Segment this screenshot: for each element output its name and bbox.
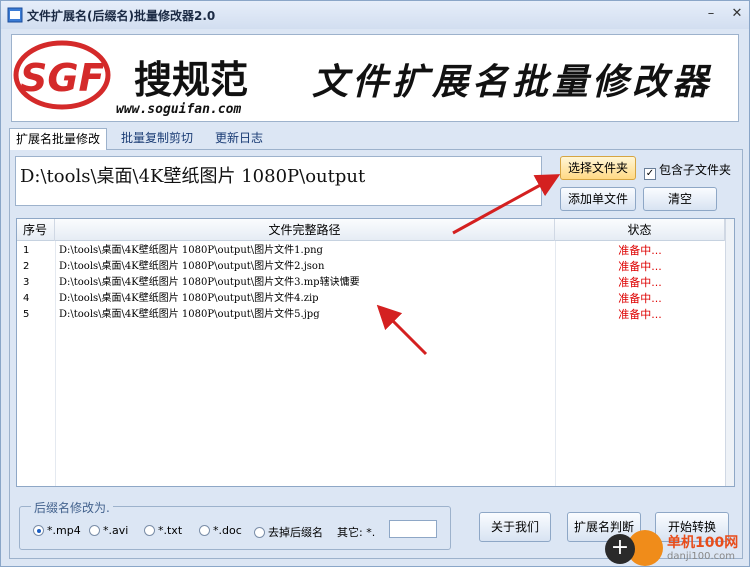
brand-name: 搜规范 [134, 57, 249, 102]
watermark-plus-icon: + [605, 534, 635, 564]
table-row[interactable]: 5 D:\tools\桌面\4K壁纸图片 1080P\output\图片文件5.… [17, 307, 725, 323]
column-header-num[interactable]: 序号 [17, 219, 55, 241]
radio-remove-ext[interactable]: 去掉后缀名 [254, 524, 323, 540]
title-bar[interactable]: 文件扩展名(后缀名)批量修改器2.0 – ✕ [1, 1, 749, 29]
column-header-status[interactable]: 状态 [555, 219, 725, 241]
row-path: D:\tools\桌面\4K壁纸图片 1080P\output\图片文件1.pn… [59, 245, 323, 256]
sgf-logo: SGF [13, 40, 111, 110]
logo-text: SGF [20, 56, 105, 100]
about-us-button[interactable]: 关于我们 [479, 512, 551, 542]
row-num: 5 [23, 309, 30, 320]
file-table[interactable]: 序号 文件完整路径 状态 1 D:\tools\桌面\4K壁纸图片 1080P\… [16, 218, 735, 487]
radio-dot-icon [89, 525, 100, 536]
brand-url: www.soguifan.com [116, 102, 242, 117]
radio-label: 去掉后缀名 [268, 526, 323, 539]
row-path: D:\tools\桌面\4K壁纸图片 1080P\output\图片文件2.js… [59, 261, 325, 272]
radio-dot-icon [199, 525, 210, 536]
radio-doc[interactable]: *.doc [199, 524, 242, 537]
app-window: 文件扩展名(后缀名)批量修改器2.0 – ✕ SGF 搜规范 www.sogui… [0, 0, 750, 567]
close-button[interactable]: ✕ [727, 5, 747, 23]
radio-avi[interactable]: *.avi [89, 524, 128, 537]
radio-label: *.txt [158, 524, 183, 537]
tab-update-log[interactable]: 更新日志 [209, 128, 269, 150]
table-row[interactable]: 2 D:\tools\桌面\4K壁纸图片 1080P\output\图片文件2.… [17, 259, 725, 275]
row-path: D:\tools\桌面\4K壁纸图片 1080P\output\图片文件5.jp… [59, 309, 320, 320]
row-status: 准备中... [618, 292, 662, 305]
watermark-site: 单机100网 [667, 535, 739, 551]
select-folder-button[interactable]: 选择文件夹 [560, 156, 636, 180]
checkbox-check-icon: ✓ [644, 168, 656, 180]
ext-group-legend: 后缀名修改为. [31, 499, 113, 516]
row-path: D:\tools\桌面\4K壁纸图片 1080P\output\图片文件3.mp… [59, 277, 360, 288]
tab-ext-batch-modify[interactable]: 扩展名批量修改 [9, 128, 107, 150]
row-num: 1 [23, 245, 30, 256]
column-header-path[interactable]: 文件完整路径 [55, 219, 555, 241]
radio-dot-icon [254, 527, 265, 538]
table-row[interactable]: 4 D:\tools\桌面\4K壁纸图片 1080P\output\图片文件4.… [17, 291, 725, 307]
radio-label: *.mp4 [47, 524, 81, 537]
radio-label: *.doc [213, 524, 242, 537]
table-scrollbar[interactable] [725, 219, 734, 486]
window-title: 文件扩展名(后缀名)批量修改器2.0 [27, 9, 216, 23]
radio-label: *.avi [103, 524, 129, 537]
include-subfolders-label: 包含子文件夹 [659, 163, 732, 177]
radio-mp4[interactable]: *.mp4 [33, 524, 81, 537]
radio-txt[interactable]: *.txt [144, 524, 182, 537]
include-subfolders-checkbox[interactable]: ✓ 包含子文件夹 [644, 161, 731, 180]
add-file-button[interactable]: 添加单文件 [560, 187, 636, 211]
radio-dot-icon [144, 525, 155, 536]
banner: SGF 搜规范 www.soguifan.com 文件扩展名批量修改器 [11, 34, 739, 122]
banner-slogan: 文件扩展名批量修改器 [312, 61, 713, 103]
table-row[interactable]: 3 D:\tools\桌面\4K壁纸图片 1080P\output\图片文件3.… [17, 275, 725, 291]
row-num: 4 [23, 293, 30, 304]
row-status: 准备中... [618, 244, 662, 257]
minimize-button[interactable]: – [701, 5, 721, 23]
radio-dot-icon [33, 525, 44, 536]
row-num: 2 [23, 261, 30, 272]
app-icon [7, 7, 23, 23]
row-status: 准备中... [618, 276, 662, 289]
row-path: D:\tools\桌面\4K壁纸图片 1080P\output\图片文件4.zi… [59, 293, 319, 304]
other-ext-label: 其它: *. [337, 526, 376, 539]
row-num: 3 [23, 277, 30, 288]
tab-batch-copy-cut[interactable]: 批量复制剪切 [115, 128, 199, 150]
other-ext-input[interactable] [389, 520, 437, 538]
watermark-domain: danji100.com [667, 551, 735, 562]
row-status: 准备中... [618, 308, 662, 321]
table-row[interactable]: 1 D:\tools\桌面\4K壁纸图片 1080P\output\图片文件1.… [17, 243, 725, 259]
folder-path-input[interactable]: D:\tools\桌面\4K壁纸图片 1080P\output [15, 156, 542, 206]
clear-button[interactable]: 清空 [643, 187, 717, 211]
row-status: 准备中... [618, 260, 662, 273]
table-header: 序号 文件完整路径 状态 [17, 219, 734, 241]
